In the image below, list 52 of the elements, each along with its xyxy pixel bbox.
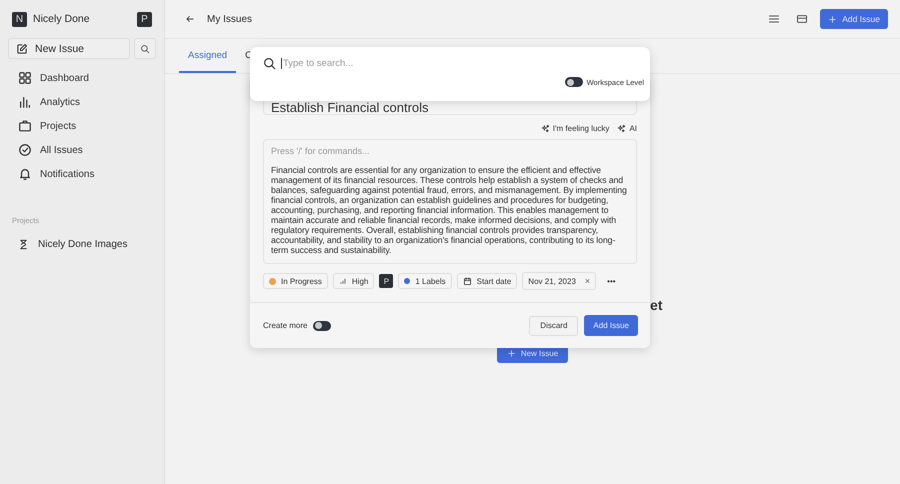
calendar-icon bbox=[462, 276, 472, 286]
new-issue-button[interactable]: New Issue bbox=[8, 38, 130, 59]
hourglass-icon bbox=[18, 238, 29, 250]
nav-item[interactable]: Analytics bbox=[8, 92, 156, 112]
assignee-avatar[interactable]: P bbox=[379, 274, 394, 288]
clear-button[interactable]: × bbox=[584, 276, 590, 286]
search-field[interactable]: Type to search... bbox=[281, 58, 644, 69]
workspace-level-toggle[interactable] bbox=[564, 77, 583, 87]
signal-bars-icon bbox=[338, 277, 347, 285]
nav-item[interactable]: Notifications bbox=[8, 164, 156, 184]
plus-icon bbox=[506, 348, 516, 358]
nav-item[interactable]: Dashboard bbox=[8, 68, 156, 88]
discard-button[interactable]: Discard bbox=[529, 316, 578, 336]
briefcase-icon bbox=[18, 119, 32, 133]
plus-icon bbox=[828, 14, 838, 24]
tab[interactable]: Assigned bbox=[179, 39, 236, 73]
back-arrow-icon bbox=[185, 14, 195, 24]
search-icon bbox=[140, 44, 150, 54]
add-issue-button[interactable]: Add Issue bbox=[584, 315, 638, 336]
search-button[interactable] bbox=[134, 38, 156, 59]
list-view-icon bbox=[768, 13, 780, 25]
more-button[interactable]: ••• bbox=[601, 276, 622, 286]
user-avatar[interactable]: P bbox=[137, 12, 152, 26]
project-item[interactable]: Nicely Done Images bbox=[8, 235, 156, 253]
workspace-name[interactable]: Nicely Done bbox=[33, 13, 131, 25]
labels-chip[interactable]: 1 Labels bbox=[398, 273, 452, 289]
nav-item[interactable]: Projects bbox=[8, 116, 156, 136]
ai-action-button[interactable]: I'm feeling lucky bbox=[540, 124, 610, 133]
create-more-label: Create more bbox=[263, 321, 308, 330]
state-chip[interactable]: In Progress bbox=[263, 273, 328, 289]
priority-chip[interactable]: High bbox=[332, 273, 374, 289]
search-icon bbox=[263, 57, 276, 70]
editor-placeholder: Press '/' for commands... bbox=[271, 146, 370, 156]
grid-icon bbox=[18, 71, 32, 85]
ai-action-button[interactable]: AI bbox=[617, 124, 637, 133]
create-more-toggle[interactable] bbox=[313, 320, 332, 330]
workspace-logo: N bbox=[12, 12, 27, 26]
check-circle-icon bbox=[18, 143, 32, 157]
due-date-chip[interactable]: Nov 21, 2023 × bbox=[522, 272, 596, 290]
bar-chart-icon bbox=[18, 95, 32, 109]
bell-icon bbox=[18, 167, 32, 181]
edit-square-icon bbox=[16, 42, 28, 54]
description-text: Financial controls are essential for any organization to ensure the efficient and effective management of its financial resources. These controls help establish a system of checks and balances, safeguarding against potential fraud, errors, and mismanagement. By implementing financial controls, an organization can establish guidelines and procedures for budgeting, accounting, purchasing, and reporting financial information. This enables management to maintain accurate and reliable financial records, make informed decisions, and comply with regulatory requirements. Overall, establishing financial controls provides transparency, accountability, and stability to an organization's financial operations, contributing to its long-term success and sustainability. bbox=[271, 165, 628, 255]
due-date: Nov 21, 2023 bbox=[528, 276, 576, 286]
empty-state-heading: et bbox=[649, 297, 662, 313]
sparkle-icon bbox=[617, 124, 626, 133]
page-title: My Issues bbox=[207, 14, 254, 24]
nav-item[interactable]: All Issues bbox=[8, 140, 156, 160]
card-view-icon bbox=[796, 13, 808, 25]
sparkle-icon bbox=[540, 124, 550, 133]
add-issue-button[interactable]: Add Issue bbox=[820, 9, 888, 29]
start-date-chip[interactable]: Start date bbox=[456, 273, 518, 289]
